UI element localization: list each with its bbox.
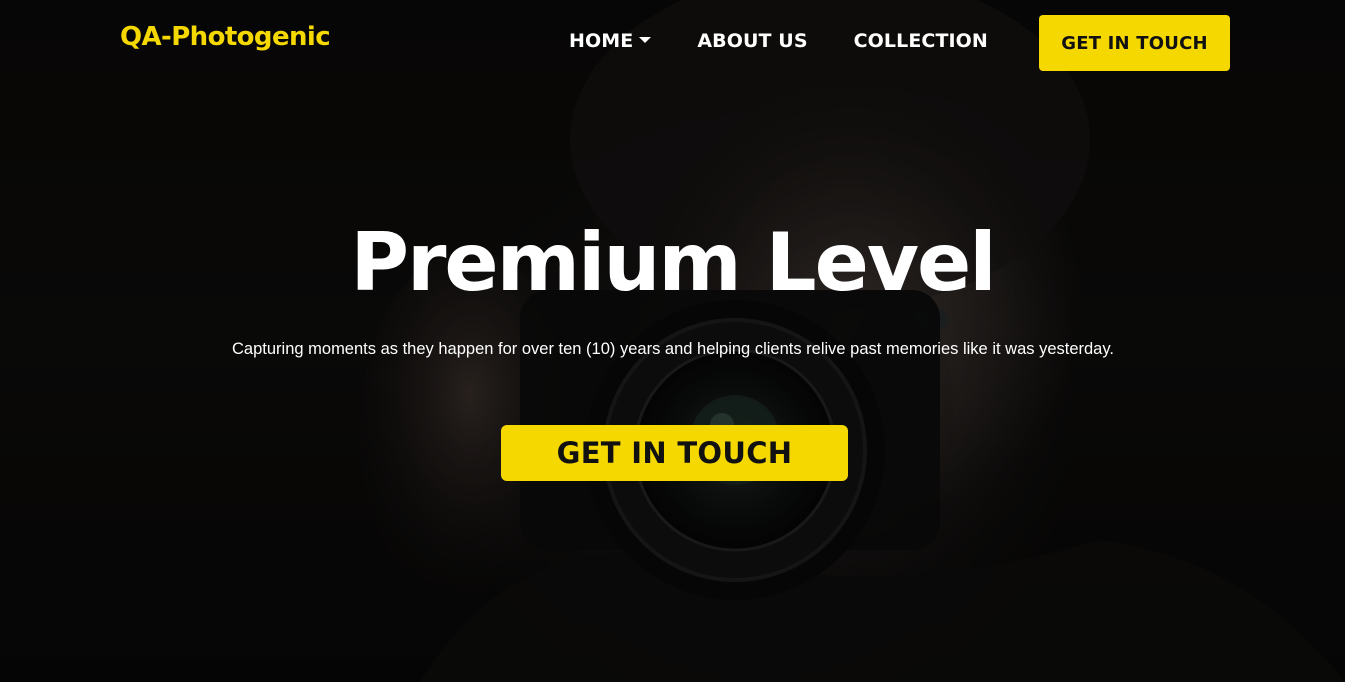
hero-subtitle: Capturing moments as they happen for ove… xyxy=(232,340,1114,358)
brand-logo[interactable]: QA-Photogenic xyxy=(120,22,331,52)
nav-get-in-touch-button[interactable]: GET IN TOUCH xyxy=(1039,15,1230,71)
caret-down-icon xyxy=(639,37,652,43)
hero-section: QA-Photogenic HOME ABOUT US COLLECTION G… xyxy=(0,0,1345,682)
hero-headline: Premium Level xyxy=(350,216,996,309)
nav-item-label: COLLECTION xyxy=(853,30,988,52)
nav-links: HOME ABOUT US COLLECTION xyxy=(569,30,988,52)
nav-item-collection[interactable]: COLLECTION xyxy=(854,30,988,52)
nav-item-label: HOME xyxy=(569,30,634,52)
hero-get-in-touch-button[interactable]: GET IN TOUCH xyxy=(501,425,848,481)
nav-item-home[interactable]: HOME xyxy=(569,30,652,52)
top-navbar: QA-Photogenic HOME ABOUT US COLLECTION G… xyxy=(0,0,1345,86)
nav-item-label: ABOUT US xyxy=(697,30,808,52)
nav-item-about-us[interactable]: ABOUT US xyxy=(697,30,807,52)
